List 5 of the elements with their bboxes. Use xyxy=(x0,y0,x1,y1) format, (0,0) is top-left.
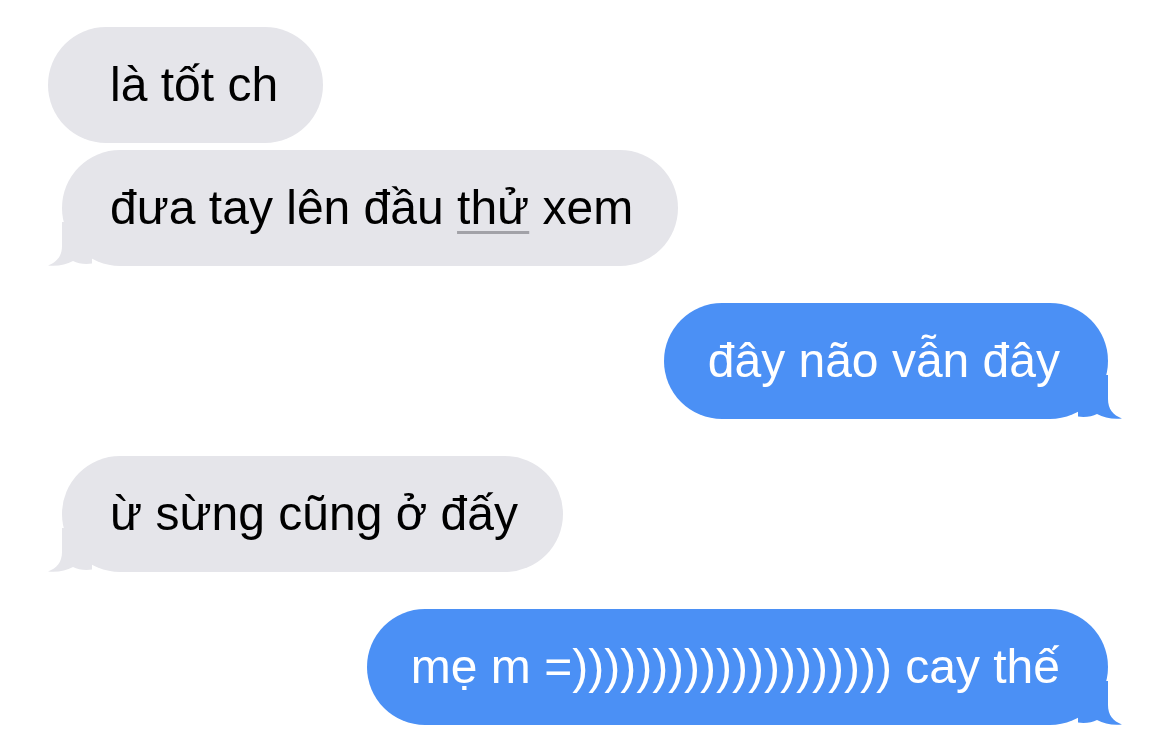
message-text: đây não vẫn đây xyxy=(707,333,1060,389)
message-text: mẹ m =)))))))))))))))))))) cay thế xyxy=(410,639,1060,695)
message-text: là tốt ch xyxy=(110,57,279,113)
message-text: ừ sừng cũng ở đấy xyxy=(110,486,518,542)
message-text: đưa tay lên đầu thử xem xyxy=(110,180,634,236)
